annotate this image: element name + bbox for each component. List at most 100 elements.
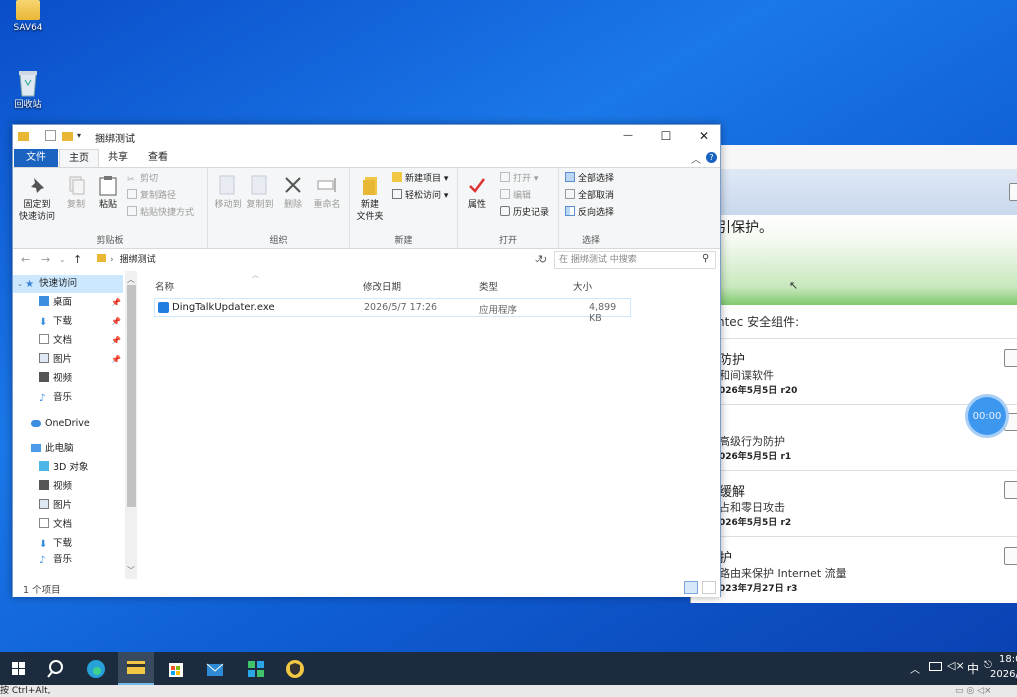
file-row[interactable]: DingTalkUpdater.exe 2026/5/7 17:26 应用程序 … [154,298,631,324]
taskbar-store[interactable] [163,656,189,682]
desktop-icon-label: SAV64 [13,23,43,33]
help-icon[interactable]: ? [706,152,717,163]
nav-scrollbar-thumb[interactable] [127,285,136,507]
nav-item-pictures[interactable]: 图片 📌 [13,351,123,369]
start-button[interactable] [6,656,32,682]
taskbar-mail[interactable] [202,656,228,682]
paste-shortcut-button[interactable]: 粘贴快捷方式 [127,206,194,221]
nav-item-downloads[interactable]: ⬇ 下载 📌 [13,313,123,331]
expand-chevron-icon: ⌄ [17,280,26,288]
nav-item-this-pc[interactable]: 此电脑 [13,440,123,458]
scroll-up-icon[interactable]: ︿ [127,274,135,285]
copy-button[interactable]: 复制 [63,174,89,211]
column-header-date[interactable]: 修改日期 [363,279,401,293]
nav-label: 3D 对象 [53,462,89,473]
pin-quick-access-button[interactable]: 固定到 快速访问 [15,174,59,223]
tab-home[interactable]: 主页 [59,149,99,167]
maximize-button[interactable]: ☐ [645,125,687,147]
select-none-button[interactable]: 全部取消 [565,189,614,204]
ribbon-collapse-icon[interactable]: ︿ [691,151,701,166]
component-toggle[interactable] [1004,481,1017,499]
search-icon [47,660,63,678]
taskbar-edge[interactable] [83,656,109,682]
properties-button[interactable]: 属性 [462,174,492,211]
nav-item-pc-downloads[interactable]: ⬇ 下载 [13,535,123,553]
taskbar-file-explorer[interactable] [118,652,154,685]
copy-path-button[interactable]: 复制路径 [127,189,176,204]
taskbar-security-app[interactable] [282,656,308,682]
nav-item-onedrive[interactable]: OneDrive [13,415,123,433]
scroll-down-icon[interactable]: ﹀ [127,565,135,576]
nav-item-pc-documents[interactable]: 文档 [13,516,123,534]
close-button[interactable]: ✕ [683,125,725,147]
tab-share[interactable]: 共享 [99,149,137,167]
taskbar-app[interactable] [243,656,269,682]
ime-indicator[interactable]: 中 [967,660,979,677]
clipboard-group-label: 剪贴板 [96,236,124,246]
network-icon[interactable] [929,662,942,671]
details-view-icon[interactable] [684,581,698,594]
ribbon-group-clipboard: 固定到 快速访问 复制 粘贴 ✂ 剪切 复制路径 粘贴快捷方式 剪贴板 [13,168,208,248]
address-box[interactable]: › 捆绑测试 ⌄ [91,252,551,268]
forward-arrow-icon[interactable]: → [41,253,50,266]
move-to-button[interactable]: 移动到 [212,174,244,211]
path-segment[interactable]: 捆绑测试 [120,255,156,265]
nav-item-music[interactable]: ♪ 音乐 [13,389,123,407]
file-explorer-window[interactable]: ▾ 捆绑测试 — ☐ ✕ 文件 主页 共享 查看 ︿ ? 固定到 快速访问 复制… [12,124,721,597]
back-arrow-icon[interactable]: ← [21,253,30,266]
nav-item-quick-access[interactable]: ⌄ ★ 快速访问 [13,275,123,293]
component-toggle[interactable] [1004,349,1017,367]
copy-to-button[interactable]: 复制到 [244,174,276,211]
new-item-button[interactable]: 新建项目 ▾ [392,172,448,187]
nav-item-pc-videos[interactable]: 视频 [13,478,123,496]
search-button[interactable] [44,656,70,682]
tab-file[interactable]: 文件 [14,149,58,167]
paste-button[interactable]: 粘贴 [95,174,121,211]
search-icon[interactable]: ⚲ [702,253,709,264]
bg-window-button[interactable] [1009,183,1017,201]
remote-toolbar-icons[interactable]: ▭ ◎ ◁× [955,685,992,697]
desktop-icon-recycle-bin[interactable]: 回收站 [3,68,53,110]
tab-view[interactable]: 查看 [139,149,177,167]
select-all-button[interactable]: 全部选择 [565,172,614,187]
properties-qat-icon[interactable] [45,130,56,141]
new-folder-button[interactable]: 新建 文件夹 [354,174,386,223]
qat-dropdown-icon[interactable]: ▾ [77,130,88,141]
volume-icon[interactable]: ◁× [947,659,965,672]
recent-dropdown-icon[interactable]: ⌄ [59,255,66,264]
copy-to-label: 复制到 [246,200,274,210]
desktop-icon-sav64[interactable]: SAV64 [3,0,53,33]
nav-item-videos[interactable]: 视频 [13,370,123,388]
search-input[interactable]: 在 捆绑测试 中搜索 [554,251,716,269]
recording-timer-badge[interactable]: 00:00 [968,397,1006,435]
select-all-label: 全部选择 [578,174,615,184]
large-icons-view-icon[interactable] [702,581,716,594]
new-folder-qat-icon[interactable] [62,132,73,141]
minimize-button[interactable]: — [607,125,649,147]
cut-button[interactable]: ✂ 剪切 [127,172,158,187]
column-header-type[interactable]: 类型 [479,279,498,293]
nav-item-desktop[interactable]: 桌面 📌 [13,294,123,312]
column-header-name[interactable]: 名称 [155,279,174,293]
column-header-size[interactable]: 大小 [573,279,592,293]
open-button[interactable]: 打开 ▾ [500,172,538,187]
nav-item-pc-music[interactable]: ♪ 音乐 [13,554,123,564]
navigation-pane[interactable]: ⌄ ★ 快速访问 桌面 📌 ⬇ 下载 📌 文档 📌 图片 📌 视频 ♪ 音乐 OneDrive… [13,271,139,579]
nav-item-documents[interactable]: 文档 📌 [13,332,123,350]
easy-access-button[interactable]: 轻松访问 ▾ [392,189,448,204]
title-bar[interactable]: ▾ 捆绑测试 — ☐ ✕ [13,125,720,147]
history-button[interactable]: 历史记录 [500,206,549,221]
nav-item-pc-pictures[interactable]: 图片 [13,497,123,515]
nav-item-3d-objects[interactable]: 3D 对象 [13,459,123,477]
background-security-window[interactable]: 引保护。 ↖ ntec 安全组件: 防护 和间谍软件 026年5月5日 r20 … [690,145,1017,603]
edit-button[interactable]: 编辑 [500,189,531,204]
delete-button[interactable]: 删除 [280,174,306,211]
rename-button[interactable]: 重命名 [310,174,344,211]
invert-selection-button[interactable]: 反向选择 [565,206,614,221]
component-toggle[interactable] [1004,547,1017,565]
up-arrow-icon[interactable]: ↑ [73,253,82,266]
refresh-icon[interactable]: ↻ [538,253,547,266]
show-hidden-icons-icon[interactable]: ︿ [910,661,920,676]
clock-date[interactable]: 2026/ [990,669,1017,680]
clock-time[interactable]: 18:0 [999,654,1017,665]
